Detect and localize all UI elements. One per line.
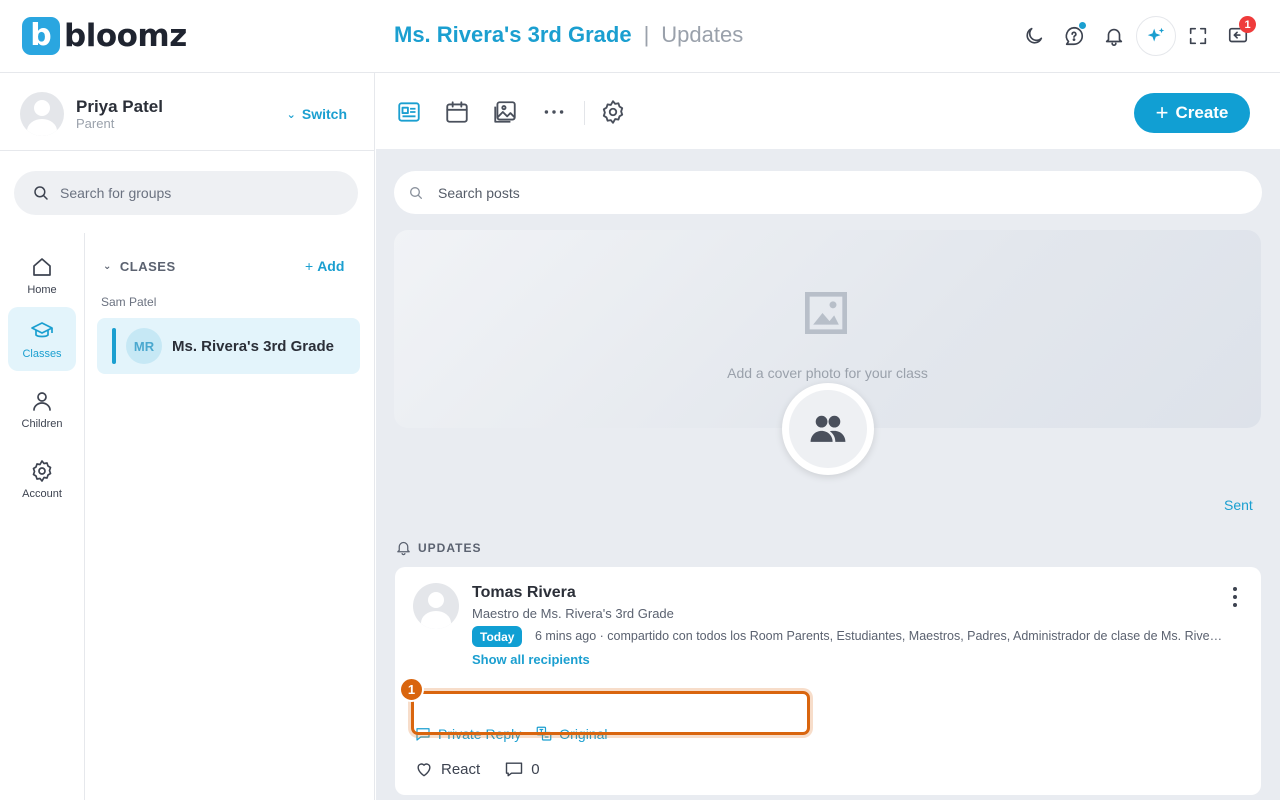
breadcrumb: Ms. Rivera's 3rd Grade | Updates <box>394 22 743 48</box>
calendar-icon[interactable] <box>442 97 472 127</box>
logo-text: bloomz <box>64 18 187 54</box>
post-meta: 6 mins ago · compartido con todos los Ro… <box>535 629 1225 643</box>
comments-button[interactable]: 0 <box>504 759 540 779</box>
switch-label: Switch <box>301 106 347 122</box>
nav-item-classes[interactable]: Classes <box>8 307 76 371</box>
updates-title-label: UPDATES <box>418 540 482 555</box>
comment-count: 0 <box>531 760 540 778</box>
post-card: Tomas Rivera Maestro de Ms. Rivera's 3rd… <box>395 567 1261 795</box>
fullscreen-icon[interactable] <box>1178 16 1218 56</box>
class-owner-label: Sam Patel <box>101 295 157 309</box>
add-class-button[interactable]: + Add <box>305 258 344 274</box>
bloomz-logo[interactable]: b bloomz <box>22 17 187 55</box>
post-author-role: Maestro de Ms. Rivera's 3rd Grade <box>472 606 674 621</box>
settings-icon[interactable] <box>598 97 628 127</box>
moon-icon[interactable] <box>1014 16 1054 56</box>
left-panel: Priya Patel Parent ⌄ Switch Search for g… <box>0 73 375 800</box>
nav-item-home[interactable]: Home <box>8 243 76 307</box>
nav-item-account[interactable]: Account <box>8 447 76 511</box>
class-initials-avatar: MR <box>126 328 162 364</box>
post-search-placeholder: Search posts <box>438 184 520 201</box>
sparkle-icon[interactable] <box>1136 16 1176 56</box>
help-chat-icon[interactable] <box>1054 16 1094 56</box>
post-footer: React 0 <box>414 759 564 779</box>
breadcrumb-page: Updates <box>661 22 744 47</box>
comment-icon <box>505 762 523 777</box>
annotation-highlight-box <box>411 691 810 735</box>
react-label: React <box>441 760 481 778</box>
nav-item-children[interactable]: Children <box>8 377 76 441</box>
post-author[interactable]: Tomas Rivera <box>472 584 576 602</box>
show-recipients-link[interactable]: Show all recipients <box>472 652 590 667</box>
toolbar-divider <box>584 101 585 125</box>
create-button[interactable]: + Create <box>1134 93 1250 133</box>
profile-name: Priya Patel <box>76 97 163 116</box>
sent-link[interactable]: Sent <box>1224 497 1253 513</box>
switch-button[interactable]: ⌄ Switch <box>287 106 347 122</box>
active-indicator <box>112 328 116 364</box>
logo-mark: b <box>22 17 60 55</box>
gear-icon <box>32 459 52 482</box>
bell-icon[interactable] <box>1094 16 1134 56</box>
nav-label-account: Account <box>22 487 62 500</box>
profile-role: Parent <box>76 116 115 131</box>
avatar[interactable] <box>413 583 459 629</box>
classes-section-header[interactable]: ⌄ CLASES <box>103 259 176 274</box>
profile-section: Priya Patel Parent ⌄ Switch <box>0 73 374 151</box>
chevron-down-icon: ⌄ <box>286 108 296 121</box>
more-icon[interactable] <box>539 97 569 127</box>
updates-icon[interactable] <box>394 97 424 127</box>
add-class-label: Add <box>317 258 345 274</box>
annotation-step-badge: 1 <box>399 677 424 702</box>
plus-icon: + <box>1155 100 1169 125</box>
nav-label-children: Children <box>21 417 63 430</box>
photos-icon[interactable] <box>490 97 520 127</box>
breadcrumb-separator: | <box>643 22 650 47</box>
breadcrumb-class[interactable]: Ms. Rivera's 3rd Grade <box>394 22 632 48</box>
main-content: + Create Search posts Add a cover photo … <box>376 73 1280 800</box>
heart-icon <box>417 763 431 777</box>
search-icon <box>34 186 48 200</box>
post-search-input[interactable]: Search posts <box>394 171 1262 214</box>
group-search-input[interactable]: Search for groups <box>14 171 358 215</box>
person-icon <box>33 391 51 411</box>
nav-label-home: Home <box>27 283 57 296</box>
chevron-down-icon: ⌄ <box>103 261 112 272</box>
react-button[interactable]: React <box>414 759 480 779</box>
class-toolbar: + Create <box>376 73 1280 149</box>
messages-icon[interactable]: 1 <box>1218 16 1258 56</box>
plus-icon: + <box>305 258 314 274</box>
help-dot-badge <box>1078 21 1087 30</box>
graduation-cap-icon <box>31 321 53 337</box>
group-icon <box>789 390 867 468</box>
cover-photo-prompt: Add a cover photo for your class <box>727 365 928 381</box>
search-icon <box>410 186 422 199</box>
class-group-avatar[interactable] <box>782 383 874 475</box>
avatar[interactable] <box>20 92 64 136</box>
home-icon <box>33 257 51 276</box>
group-search-placeholder: Search for groups <box>60 185 172 201</box>
classes-heading: CLASES <box>119 259 176 274</box>
image-placeholder-icon <box>805 292 847 334</box>
top-actions: 1 <box>1014 16 1258 56</box>
post-menu-icon[interactable] <box>1225 585 1245 609</box>
class-list-item[interactable]: MR Ms. Rivera's 3rd Grade <box>97 318 360 374</box>
today-badge: Today <box>472 626 523 647</box>
side-nav: Home Classes Children Account <box>0 233 85 800</box>
updates-section-title: UPDATES <box>395 539 481 556</box>
top-bar: b bloomz Ms. Rivera's 3rd Grade | Update… <box>0 0 1280 73</box>
create-label: Create <box>1175 103 1229 122</box>
class-name: Ms. Rivera's 3rd Grade <box>172 338 334 355</box>
nav-label-classes: Classes <box>22 347 62 360</box>
bell-icon <box>397 541 410 556</box>
messages-count-badge: 1 <box>1239 16 1256 33</box>
